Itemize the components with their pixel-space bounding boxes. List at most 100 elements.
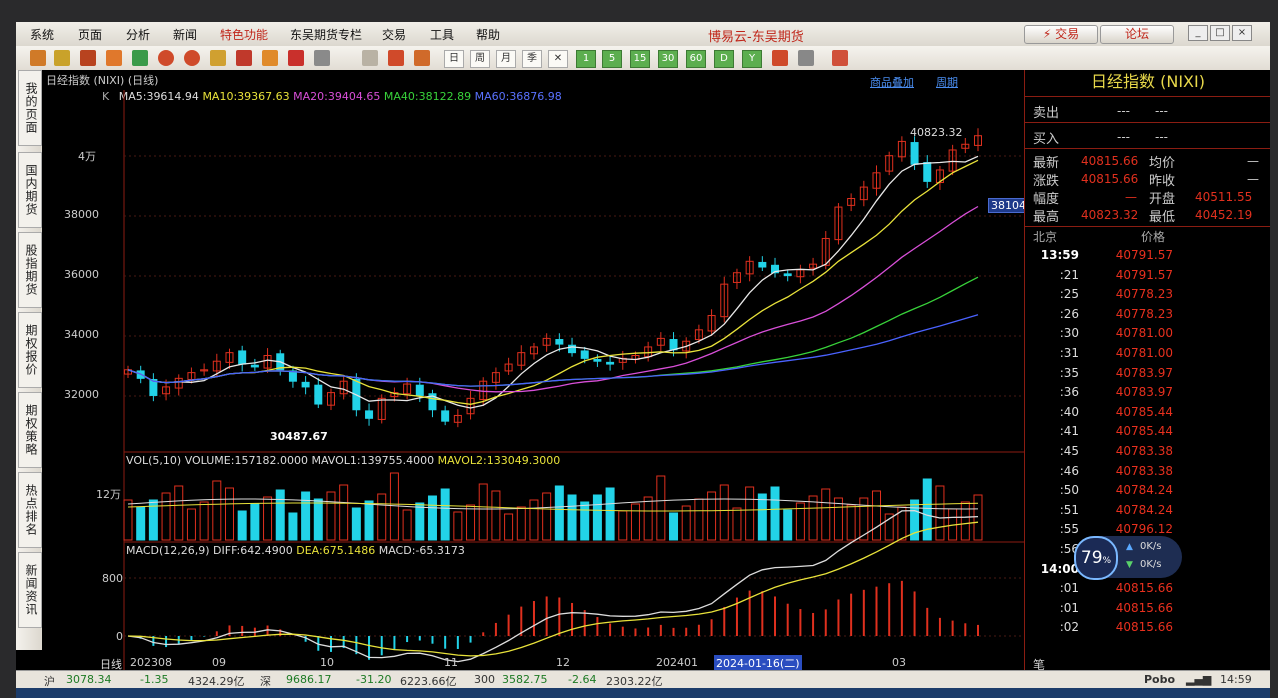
diff-label: DIFF:642.4900 [213, 544, 293, 557]
signal-icon: ▂▄▆ [1186, 673, 1212, 686]
menu-features[interactable]: 特色功能 [220, 26, 268, 43]
tab-my-page[interactable]: 我的页面 [18, 70, 42, 146]
minimize-icon[interactable]: _ [1188, 25, 1208, 41]
volume-bar [821, 488, 831, 541]
tick-price: 40781.00 [1115, 326, 1173, 341]
tab-domestic-futures[interactable]: 国内期货 [18, 152, 42, 228]
menu-page[interactable]: 页面 [78, 26, 102, 43]
cross-button[interactable]: ✕ [548, 50, 568, 68]
status-item: 6223.66亿 [400, 675, 457, 688]
trade-button[interactable]: ⚡ 交易 [1024, 25, 1098, 44]
chart-svg [123, 90, 1024, 670]
volume-bar [922, 478, 932, 541]
download-speed: 0K/s [1140, 559, 1162, 570]
ma5-line [127, 155, 979, 409]
note-icon[interactable] [832, 50, 848, 66]
ma40-line [127, 276, 979, 387]
upload-arrow-icon: ▲ [1126, 542, 1133, 552]
window-icon[interactable] [210, 50, 226, 66]
volume-bar [504, 513, 514, 541]
volume-bar [339, 484, 349, 541]
menu-analysis[interactable]: 分析 [126, 26, 150, 43]
quote-icon[interactable] [80, 50, 96, 66]
chart-line-icon[interactable] [388, 50, 404, 66]
period-30-button[interactable]: 30 [658, 50, 678, 68]
status-item: 2303.22亿 [606, 675, 663, 688]
season-button[interactable]: 季 [522, 50, 542, 68]
volume-bar [288, 512, 298, 541]
status-item: 沪 [44, 675, 55, 688]
menu-dongwu-column[interactable]: 东吴期货专栏 [290, 26, 362, 43]
settings-icon[interactable] [314, 50, 330, 66]
volume-bar [351, 507, 361, 541]
tick-price: 40778.23 [1115, 306, 1173, 321]
maximize-icon[interactable]: □ [1210, 25, 1230, 41]
filter-icon[interactable] [288, 50, 304, 66]
month-button[interactable]: 月 [496, 50, 516, 68]
quote-panel: 日经指数 (NIXI) 卖出 --- --- 买入 --- --- 最新 408… [1024, 70, 1270, 680]
volume-bar [364, 500, 374, 541]
quote-value: 40511.55 [1195, 190, 1253, 204]
close-icon[interactable]: × [1232, 25, 1252, 41]
back-icon[interactable] [54, 50, 70, 66]
network-speed-widget[interactable]: 79% ▲ 0K/s ▼ 0K/s [1074, 536, 1182, 580]
candle-body [580, 350, 589, 359]
period-15-button[interactable]: 15 [630, 50, 650, 68]
tick-time: :26 [1059, 306, 1079, 321]
volume-bar [757, 493, 767, 541]
volume-bar [605, 487, 615, 541]
tab-hot-ranking[interactable]: 热点排名 [18, 472, 42, 548]
period-d-button[interactable]: D [714, 50, 734, 68]
quote-label: 昨收 [1149, 174, 1176, 189]
draw-icon[interactable] [262, 50, 278, 66]
tick-price: 40815.66 [1115, 600, 1173, 615]
menu-news[interactable]: 新闻 [173, 26, 197, 43]
tick-time: :01 [1059, 581, 1079, 596]
grid-icon[interactable] [798, 50, 814, 66]
menu-trade[interactable]: 交易 [382, 26, 406, 43]
candle-body [314, 384, 323, 405]
refresh-icon[interactable] [132, 50, 148, 66]
period-5-button[interactable]: 5 [602, 50, 622, 68]
menu-tools[interactable]: 工具 [430, 26, 454, 43]
calc-icon[interactable] [772, 50, 788, 66]
kline-chart[interactable]: 日经指数 (NIXI) (日线) 商品叠加 周期 K MA5:39614.94 … [42, 70, 1047, 671]
f10-icon[interactable] [414, 50, 430, 66]
volume-bar [669, 512, 679, 541]
menu-help[interactable]: 帮助 [476, 26, 500, 43]
left-tabs: 我的页面 国内期货 股指期货 期权报价 期权策略 热点排名 新闻资讯 [16, 70, 42, 650]
toolbar: 日 周 月 季 ✕ 1 5 15 30 60 D Y [16, 46, 1270, 71]
table-icon[interactable] [362, 50, 378, 66]
candle-body [250, 364, 259, 368]
volume-bar [694, 498, 704, 541]
tab-index-futures[interactable]: 股指期货 [18, 232, 42, 308]
tab-news[interactable]: 新闻资讯 [18, 552, 42, 628]
status-item: -31.20 [356, 673, 392, 686]
volume-bar [833, 497, 843, 541]
volume-bar [136, 506, 146, 541]
tick-price: 40791.57 [1115, 248, 1173, 262]
forum-button[interactable]: 论坛 [1100, 25, 1174, 44]
tick-time: :46 [1059, 463, 1079, 478]
period-y-button[interactable]: Y [742, 50, 762, 68]
tab-option-quotes[interactable]: 期权报价 [18, 312, 42, 388]
period-1-button[interactable]: 1 [576, 50, 596, 68]
ma60-line [127, 314, 979, 387]
pen-icon[interactable] [236, 50, 252, 66]
home-icon[interactable] [30, 50, 46, 66]
zoom-in-icon[interactable] [158, 50, 174, 66]
zoom-out-icon[interactable] [184, 50, 200, 66]
volume-bar [567, 494, 577, 541]
ma20-line [127, 205, 979, 393]
box-icon[interactable] [106, 50, 122, 66]
week-button[interactable]: 周 [470, 50, 490, 68]
download-arrow-icon: ▼ [1126, 560, 1133, 570]
tab-option-strategy[interactable]: 期权策略 [18, 392, 42, 468]
buy-vol: --- [1155, 130, 1168, 144]
period-60-button[interactable]: 60 [686, 50, 706, 68]
menu-system[interactable]: 系统 [30, 26, 54, 43]
mavol2-label: MAVOL2:133049.3000 [437, 454, 561, 467]
quote-value: — [1247, 172, 1259, 186]
day-button[interactable]: 日 [444, 50, 464, 68]
volume-bar [250, 503, 260, 541]
